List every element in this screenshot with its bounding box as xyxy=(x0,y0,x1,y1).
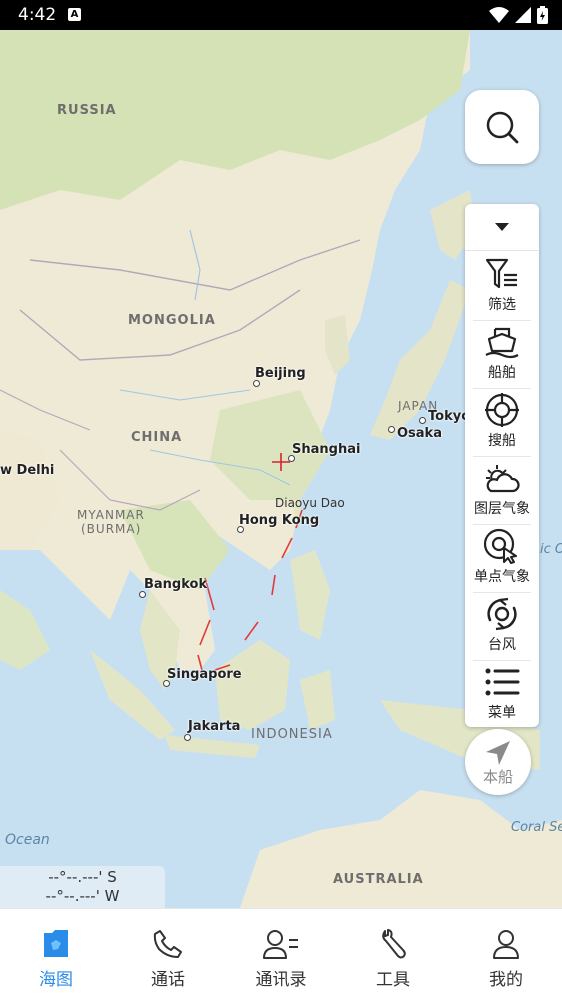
caret-down-icon xyxy=(495,223,509,231)
wrench-icon xyxy=(382,929,406,959)
filter-icon xyxy=(485,258,517,289)
label-shanghai: Shanghai xyxy=(292,442,361,457)
label-burma: (BURMA) xyxy=(81,522,142,536)
city-dot-osaka xyxy=(388,426,395,433)
nav-call-tab[interactable]: 通话 xyxy=(112,909,224,1000)
label-pacific: ic O xyxy=(540,542,562,557)
own-ship-button[interactable]: 本船 xyxy=(465,729,531,795)
tool-point-weather-label: 单点气象 xyxy=(474,569,530,585)
tool-typhoon-label: 台风 xyxy=(488,637,516,653)
status-time: 4:42 xyxy=(18,5,57,25)
tool-menu-button[interactable]: 菜单 xyxy=(465,660,539,726)
user-icon xyxy=(493,930,519,959)
label-bangkok: Bangkok xyxy=(144,577,208,592)
nav-chart-label: 海图 xyxy=(39,970,73,990)
longitude-text: --°--.---' W xyxy=(45,887,120,905)
label-osaka: Osaka xyxy=(397,426,442,441)
label-new-delhi: w Delhi xyxy=(0,463,55,478)
list-icon xyxy=(485,668,520,696)
label-coral-sea: Coral Se xyxy=(511,820,562,835)
search-icon xyxy=(486,111,519,144)
tool-filter-button[interactable]: 筛选 xyxy=(465,252,539,318)
own-ship-label: 本船 xyxy=(482,767,513,786)
city-dot-beijing xyxy=(253,380,260,387)
latitude-text: --°--.---' S xyxy=(48,868,117,886)
search-button[interactable] xyxy=(465,90,539,164)
wifi-icon xyxy=(489,7,509,23)
typhoon-icon xyxy=(487,597,517,631)
notification-icon: A xyxy=(68,8,81,21)
nav-call-label: 通话 xyxy=(151,970,185,990)
label-hong-kong: Hong Kong xyxy=(239,513,320,528)
tool-point-weather-button[interactable]: 单点气象 xyxy=(465,524,539,590)
label-mongolia: MONGOLIA xyxy=(128,313,216,328)
tool-typhoon-button[interactable]: 台风 xyxy=(465,592,539,658)
nav-mine-tab[interactable]: 我的 xyxy=(450,909,562,1000)
label-indonesia: INDONESIA xyxy=(251,727,333,742)
signal-icon xyxy=(515,7,531,23)
nav-tools-tab[interactable]: 工具 xyxy=(337,909,449,1000)
bottom-navigation: 海图 通话 通讯录 工具 我的 xyxy=(0,908,562,1000)
panel-collapse-button[interactable] xyxy=(465,204,539,251)
tool-layer-weather-label: 图层气象 xyxy=(474,501,530,517)
nav-contacts-label: 通讯录 xyxy=(255,970,307,990)
tool-ship-button[interactable]: 船舶 xyxy=(465,320,539,386)
phone-icon xyxy=(153,930,182,958)
nav-contacts-tab[interactable]: 通讯录 xyxy=(225,909,337,1000)
battery-icon xyxy=(537,6,548,24)
chart-book-icon xyxy=(44,930,68,957)
tool-filter-label: 筛选 xyxy=(488,297,516,313)
nav-tools-label: 工具 xyxy=(376,970,410,990)
tool-layer-weather-button[interactable]: 图层气象 xyxy=(465,456,539,522)
tool-search-ship-button[interactable]: 搜船 xyxy=(465,388,539,454)
city-dot-jakarta xyxy=(184,734,191,741)
contacts-icon xyxy=(263,930,298,959)
status-bar: 4:42 A xyxy=(0,0,562,30)
coordinate-readout: --°--.---' S --°--.---' W xyxy=(0,866,165,910)
label-ocean: Ocean xyxy=(5,832,50,848)
label-myanmar: MYANMAR xyxy=(77,508,145,522)
map-tool-panel: 筛选 船舶 搜船 图层气象 单点气象 台风 菜单 xyxy=(465,204,539,727)
nav-chart-tab[interactable]: 海图 xyxy=(0,909,112,1000)
label-russia: RUSSIA xyxy=(57,103,117,118)
ship-icon xyxy=(485,327,519,359)
label-singapore: Singapore xyxy=(167,667,242,682)
city-dot-bangkok xyxy=(139,591,146,598)
label-australia: AUSTRALIA xyxy=(333,872,424,887)
navigation-arrow-icon xyxy=(486,740,510,765)
crosshair-icon xyxy=(485,393,519,427)
label-china: CHINA xyxy=(131,430,183,445)
tool-search-ship-label: 搜船 xyxy=(488,433,516,449)
tool-menu-label: 菜单 xyxy=(488,705,516,721)
city-dot-tokyo xyxy=(419,417,426,424)
label-tokyo: Tokyo xyxy=(428,409,471,424)
label-beijing: Beijing xyxy=(255,366,306,381)
status-icons xyxy=(489,6,548,24)
nav-mine-label: 我的 xyxy=(489,970,523,990)
label-diaoyu-dao: Diaoyu Dao xyxy=(275,496,345,510)
tool-ship-label: 船舶 xyxy=(488,365,516,381)
label-jakarta: Jakarta xyxy=(188,719,241,734)
point-weather-icon xyxy=(483,528,517,564)
cloud-sun-icon xyxy=(486,465,520,493)
